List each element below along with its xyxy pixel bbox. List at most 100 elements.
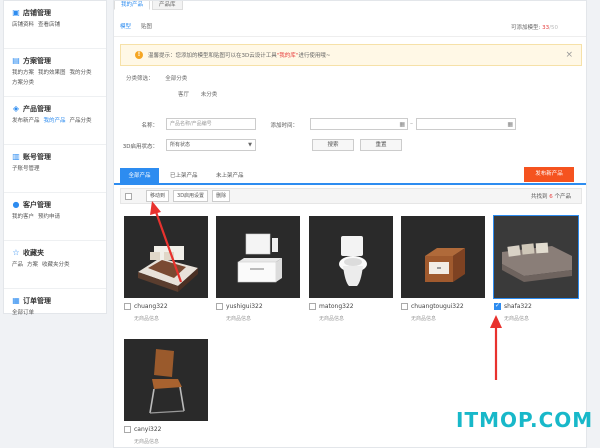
date-range-dash: – bbox=[410, 120, 413, 127]
chevron-down-icon: ▼ bbox=[248, 142, 252, 148]
product-card[interactable]: shafa322 无商品信息 bbox=[493, 215, 579, 328]
product-thumbnail[interactable] bbox=[216, 216, 300, 298]
move-to-button[interactable]: 移动到 bbox=[146, 190, 170, 202]
sidebar-group-label: 客户管理 bbox=[23, 201, 51, 209]
quota-label: 可添加模型: bbox=[511, 25, 541, 31]
tab-all-products[interactable]: 全部产品 bbox=[120, 168, 159, 185]
sidebar-group-title[interactable]: ● 客户管理 bbox=[12, 199, 100, 211]
bulk-toolbar: 移动到 3D启用设置 删除 共找到 6 个产品 bbox=[120, 188, 582, 204]
product-checkbox[interactable] bbox=[216, 303, 223, 310]
document-icon: ▤ bbox=[12, 56, 20, 65]
sidebar-item[interactable]: 全部订单 bbox=[12, 309, 34, 318]
sidebar-item[interactable]: 预约申请 bbox=[38, 213, 60, 222]
product-card[interactable]: canyi322 无商品信息 bbox=[124, 339, 208, 448]
product-card[interactable]: chuang322 无商品信息 bbox=[124, 216, 208, 328]
sidebar-item[interactable]: 查看店铺 bbox=[38, 21, 60, 30]
name-search-input[interactable]: 产品名称/产品编号 bbox=[166, 118, 256, 130]
product-title-row: yushigui322 bbox=[216, 303, 263, 310]
sidebar-group-title[interactable]: ☆ 收藏夹 bbox=[12, 247, 100, 259]
tab-listed-products[interactable]: 已上架产品 bbox=[164, 168, 204, 185]
category-uncategorized[interactable]: 未分类 bbox=[201, 92, 218, 98]
tab-my-products[interactable]: 我的产品 bbox=[114, 1, 151, 10]
sidebar-item[interactable]: 店铺资料 bbox=[12, 21, 34, 30]
product-name[interactable]: chuang322 bbox=[134, 303, 168, 310]
product-info: 无商品信息 bbox=[134, 316, 160, 322]
sidebar-group-label: 账号管理 bbox=[23, 153, 51, 161]
sidebar-group-title[interactable]: ▣ 店铺管理 bbox=[12, 7, 100, 19]
close-icon[interactable]: × bbox=[565, 50, 573, 60]
product-name[interactable]: yushigui322 bbox=[226, 303, 263, 310]
sidebar-links: 发布新产品 我的产品 产品分类 bbox=[12, 117, 100, 126]
select-all-checkbox[interactable] bbox=[125, 192, 132, 200]
product-checkbox[interactable] bbox=[309, 303, 316, 310]
tab-model[interactable]: 模型 bbox=[120, 22, 131, 30]
tab-unlisted-products[interactable]: 未上架产品 bbox=[210, 168, 250, 185]
calendar-icon[interactable]: ▦ bbox=[399, 120, 405, 130]
order-icon: ▦ bbox=[12, 296, 20, 305]
product-name[interactable]: matong322 bbox=[319, 303, 354, 310]
sidebar-links: 子账号管理 bbox=[12, 165, 100, 174]
product-checkbox[interactable] bbox=[401, 303, 408, 310]
account-icon: ▥ bbox=[12, 152, 20, 161]
tab-texture[interactable]: 贴图 bbox=[141, 22, 152, 30]
sidebar-item[interactable]: 我的效果图 bbox=[38, 69, 66, 78]
sidebar-item[interactable]: 我的客户 bbox=[12, 213, 34, 222]
sidebar-item[interactable]: 我的产品 bbox=[44, 117, 66, 126]
sidebar-group-title[interactable]: ▦ 订单管理 bbox=[12, 295, 100, 307]
sidebar-group-label: 方案管理 bbox=[23, 57, 51, 65]
sidebar-group: ▣ 店铺管理店铺资料 查看店铺 bbox=[4, 1, 106, 49]
date-start-input[interactable]: ▦ bbox=[310, 118, 408, 130]
status-select[interactable]: 所有状态 ▼ bbox=[166, 139, 256, 151]
category-all[interactable]: 全部分类 bbox=[165, 76, 187, 82]
product-checkbox[interactable] bbox=[494, 302, 501, 310]
product-card[interactable]: matong322 无商品信息 bbox=[309, 216, 393, 328]
reset-button[interactable]: 重置 bbox=[360, 139, 402, 151]
product-title-row: canyi322 bbox=[124, 426, 161, 433]
sidebar-item[interactable]: 收藏夹分类 bbox=[42, 261, 70, 270]
product-thumbnail[interactable] bbox=[124, 216, 208, 298]
product-title-row: chuangtougui322 bbox=[401, 303, 464, 310]
category-living-room[interactable]: 客厅 bbox=[178, 92, 189, 98]
product-checkbox[interactable] bbox=[124, 426, 131, 433]
sidebar-item[interactable]: 子账号管理 bbox=[12, 165, 40, 174]
sidebar-links: 我的方案 我的效果图 我的分类方案分类 bbox=[12, 69, 100, 88]
sidebar-item[interactable]: 产品分类 bbox=[70, 117, 92, 126]
sidebar-item[interactable]: 我的方案 bbox=[12, 69, 34, 78]
product-thumbnail[interactable] bbox=[309, 216, 393, 298]
calendar-icon[interactable]: ▦ bbox=[507, 120, 513, 130]
sidebar-item[interactable]: 发布新产品 bbox=[12, 117, 40, 126]
product-thumbnail[interactable] bbox=[493, 215, 579, 299]
quota-max: /50 bbox=[549, 25, 558, 31]
notice-link-my-library[interactable]: "我的库" bbox=[277, 51, 299, 59]
product-name[interactable]: canyi322 bbox=[134, 426, 161, 433]
sidebar-links: 店铺资料 查看店铺 bbox=[12, 21, 100, 30]
sidebar-group-title[interactable]: ▤ 方案管理 bbox=[12, 55, 100, 67]
sidebar: ▣ 店铺管理店铺资料 查看店铺 ▤ 方案管理我的方案 我的效果图 我的分类方案分类 ◈ 产品管理… bbox=[3, 0, 107, 316]
product-name[interactable]: chuangtougui322 bbox=[411, 303, 464, 310]
sidebar-item[interactable]: 方案 bbox=[27, 261, 38, 270]
3d-settings-button[interactable]: 3D启用设置 bbox=[173, 190, 209, 202]
tab-product-library[interactable]: 产品库 bbox=[152, 1, 183, 10]
product-name[interactable]: shafa322 bbox=[504, 303, 532, 310]
category-filter: 分类筛选： 全部分类 bbox=[126, 74, 197, 82]
delete-button[interactable]: 删除 bbox=[212, 190, 231, 202]
publish-product-button[interactable]: 发布新产品 bbox=[524, 167, 574, 182]
product-card[interactable]: yushigui322 无商品信息 bbox=[216, 216, 300, 328]
sidebar-links: 产品 方案 收藏夹分类 bbox=[12, 261, 100, 270]
sidebar-group-title[interactable]: ▥ 账号管理 bbox=[12, 151, 100, 163]
model-quota: 可添加模型: 33/50 bbox=[511, 23, 558, 31]
sidebar-group-label: 店铺管理 bbox=[23, 9, 51, 17]
result-count-number: 6 bbox=[549, 194, 553, 200]
product-checkbox[interactable] bbox=[124, 303, 131, 310]
product-thumbnail[interactable] bbox=[401, 216, 485, 298]
sidebar-group-title[interactable]: ◈ 产品管理 bbox=[12, 103, 100, 115]
product-thumbnail[interactable] bbox=[124, 339, 208, 421]
product-card[interactable]: chuangtougui322 无商品信息 bbox=[401, 216, 485, 328]
product-info: 无商品信息 bbox=[504, 316, 530, 322]
sidebar-item[interactable]: 产品 bbox=[12, 261, 23, 270]
date-end-input[interactable]: ▦ bbox=[416, 118, 516, 130]
sidebar-item[interactable]: 我的分类 bbox=[70, 69, 92, 78]
status-label: 3D启用状态： bbox=[122, 144, 158, 150]
sidebar-item[interactable]: 方案分类 bbox=[12, 79, 34, 88]
search-button[interactable]: 搜索 bbox=[312, 139, 354, 151]
